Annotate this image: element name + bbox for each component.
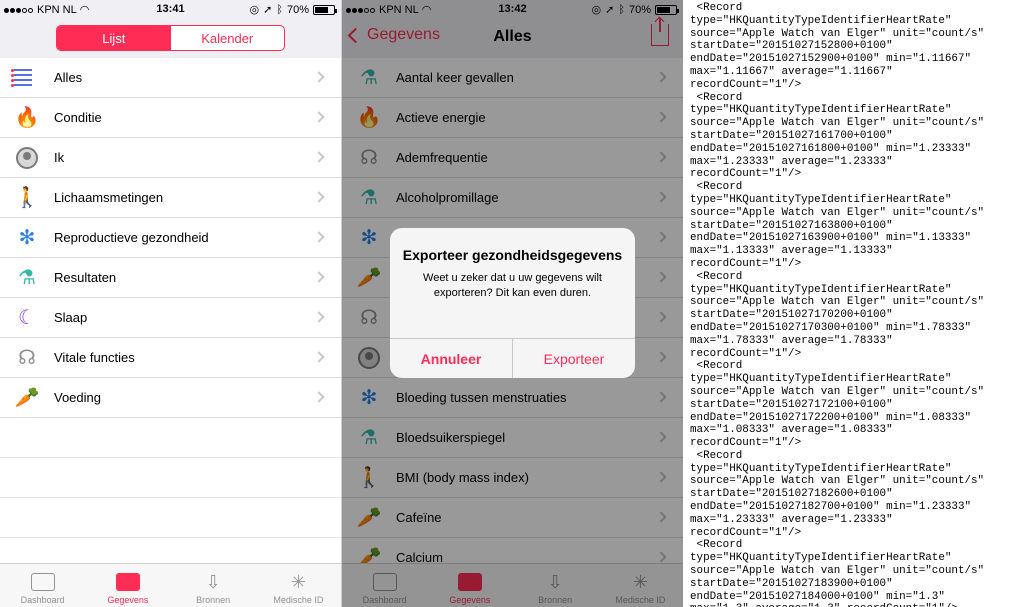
view-segmented-control: Lijst Kalender	[56, 25, 285, 51]
tab-label: Bronnen	[196, 595, 231, 605]
battery-level	[315, 6, 328, 13]
list-item-label: Lichaamsmetingen	[54, 190, 164, 205]
tab-label: Dashboard	[20, 595, 65, 605]
battery-percent: 70%	[286, 3, 309, 16]
list-item[interactable]: Alles	[0, 58, 341, 98]
chevron-right-icon	[313, 151, 325, 163]
carrot-icon: 🥕	[14, 387, 40, 409]
list-item-label: Alles	[54, 70, 83, 85]
cancel-button[interactable]: Annuleer	[390, 339, 513, 378]
asterisk-icon: ✳	[290, 571, 306, 592]
empty-row	[0, 498, 341, 538]
snowflake-icon: ✻	[18, 227, 36, 249]
flask-icon: ⚗	[18, 267, 36, 289]
tab-bar: Dashboard Gegevens ⇩ Bronnen ✳ Medische ID	[0, 563, 341, 607]
tab-label: Gegevens	[107, 595, 149, 605]
tab-dashboard[interactable]: Dashboard	[0, 564, 85, 607]
list-item-label: Reproductieve gezondheid	[54, 230, 209, 245]
flame-icon: 🔥	[14, 107, 40, 129]
list-item-label: Ik	[54, 150, 65, 165]
chevron-right-icon	[313, 271, 325, 283]
list-item[interactable]: 🔥 Conditie	[0, 98, 341, 138]
chevron-right-icon	[313, 71, 325, 83]
status-bar: KPN NL ◠ 13:41 ◎ ➚ ᛒ 70%	[0, 0, 341, 18]
tab-medische-id[interactable]: ✳ Medische ID	[256, 564, 341, 607]
moon-icon: ☾	[18, 307, 36, 329]
category-list: Alles 🔥 Conditie Ik 🚶 Lichaamsmetingen ✻ Reprod…	[0, 58, 341, 563]
xml-export-text: <Record type="HKQuantityTypeIdentifierHe…	[690, 2, 985, 607]
tab-bronnen[interactable]: ⇩ Bronnen	[171, 564, 256, 607]
alert-title: Exporteer gezondheidsgegevens	[402, 247, 623, 263]
list-item-label: Voeding	[54, 390, 101, 405]
chevron-right-icon	[313, 231, 325, 243]
chevron-right-icon	[313, 191, 325, 203]
list-item[interactable]: 🥕 Voeding	[0, 378, 341, 418]
download-heart-icon: ⇩	[205, 571, 221, 592]
list-item-label: Conditie	[54, 110, 102, 125]
tab-label: Medische ID	[273, 595, 324, 605]
chevron-right-icon	[313, 311, 325, 323]
list-item[interactable]: ☾ Slaap	[0, 298, 341, 338]
list-item[interactable]: ✻ Reproductieve gezondheid	[0, 218, 341, 258]
body-icon: 🚶	[14, 187, 40, 209]
heart-folder-icon	[115, 572, 140, 592]
battery-icon	[313, 4, 337, 15]
list-item[interactable]: Ik	[0, 138, 341, 178]
person-icon	[14, 145, 40, 171]
list-item[interactable]: ☊ Vitale functies	[0, 338, 341, 378]
lock-rotation-icon: ◎	[249, 4, 260, 16]
chevron-right-icon	[313, 111, 325, 123]
export-alert-dialog: Exporteer gezondheidsgegevens Weet u zek…	[390, 228, 635, 378]
chevron-right-icon	[313, 351, 325, 363]
tab-gegevens[interactable]: Gegevens	[85, 564, 170, 607]
list-item-label: Resultaten	[54, 270, 117, 285]
export-xml-view: <Record type="HKQuantityTypeIdentifierHe…	[683, 0, 1024, 607]
health-categories-screen: KPN NL ◠ 13:41 ◎ ➚ ᛒ 70% Lijst Kalender …	[0, 0, 341, 607]
list-icon	[11, 65, 40, 91]
list-item-label: Vitale functies	[54, 350, 135, 365]
list-item[interactable]: ⚗ Resultaten	[0, 258, 341, 298]
alert-message: Weet u zeker dat u uw gegevens wilt expo…	[423, 272, 602, 299]
stethoscope-icon: ☊	[18, 347, 36, 369]
export-button[interactable]: Exporteer	[513, 339, 635, 378]
segment-kalender[interactable]: Kalender	[171, 26, 285, 50]
empty-row	[0, 458, 341, 498]
all-data-screen: KPN NL ◠ 13:42 ◎ ➚ ᛒ 70% Gegevens Alles …	[341, 0, 683, 607]
chevron-right-icon	[313, 391, 325, 403]
dashboard-icon	[30, 572, 55, 592]
list-item[interactable]: 🚶 Lichaamsmetingen	[0, 178, 341, 218]
segment-lijst[interactable]: Lijst	[57, 26, 171, 50]
list-item-label: Slaap	[54, 310, 88, 325]
location-icon: ➚	[263, 4, 273, 16]
bluetooth-icon: ᛒ	[276, 3, 283, 16]
empty-row	[0, 418, 341, 458]
